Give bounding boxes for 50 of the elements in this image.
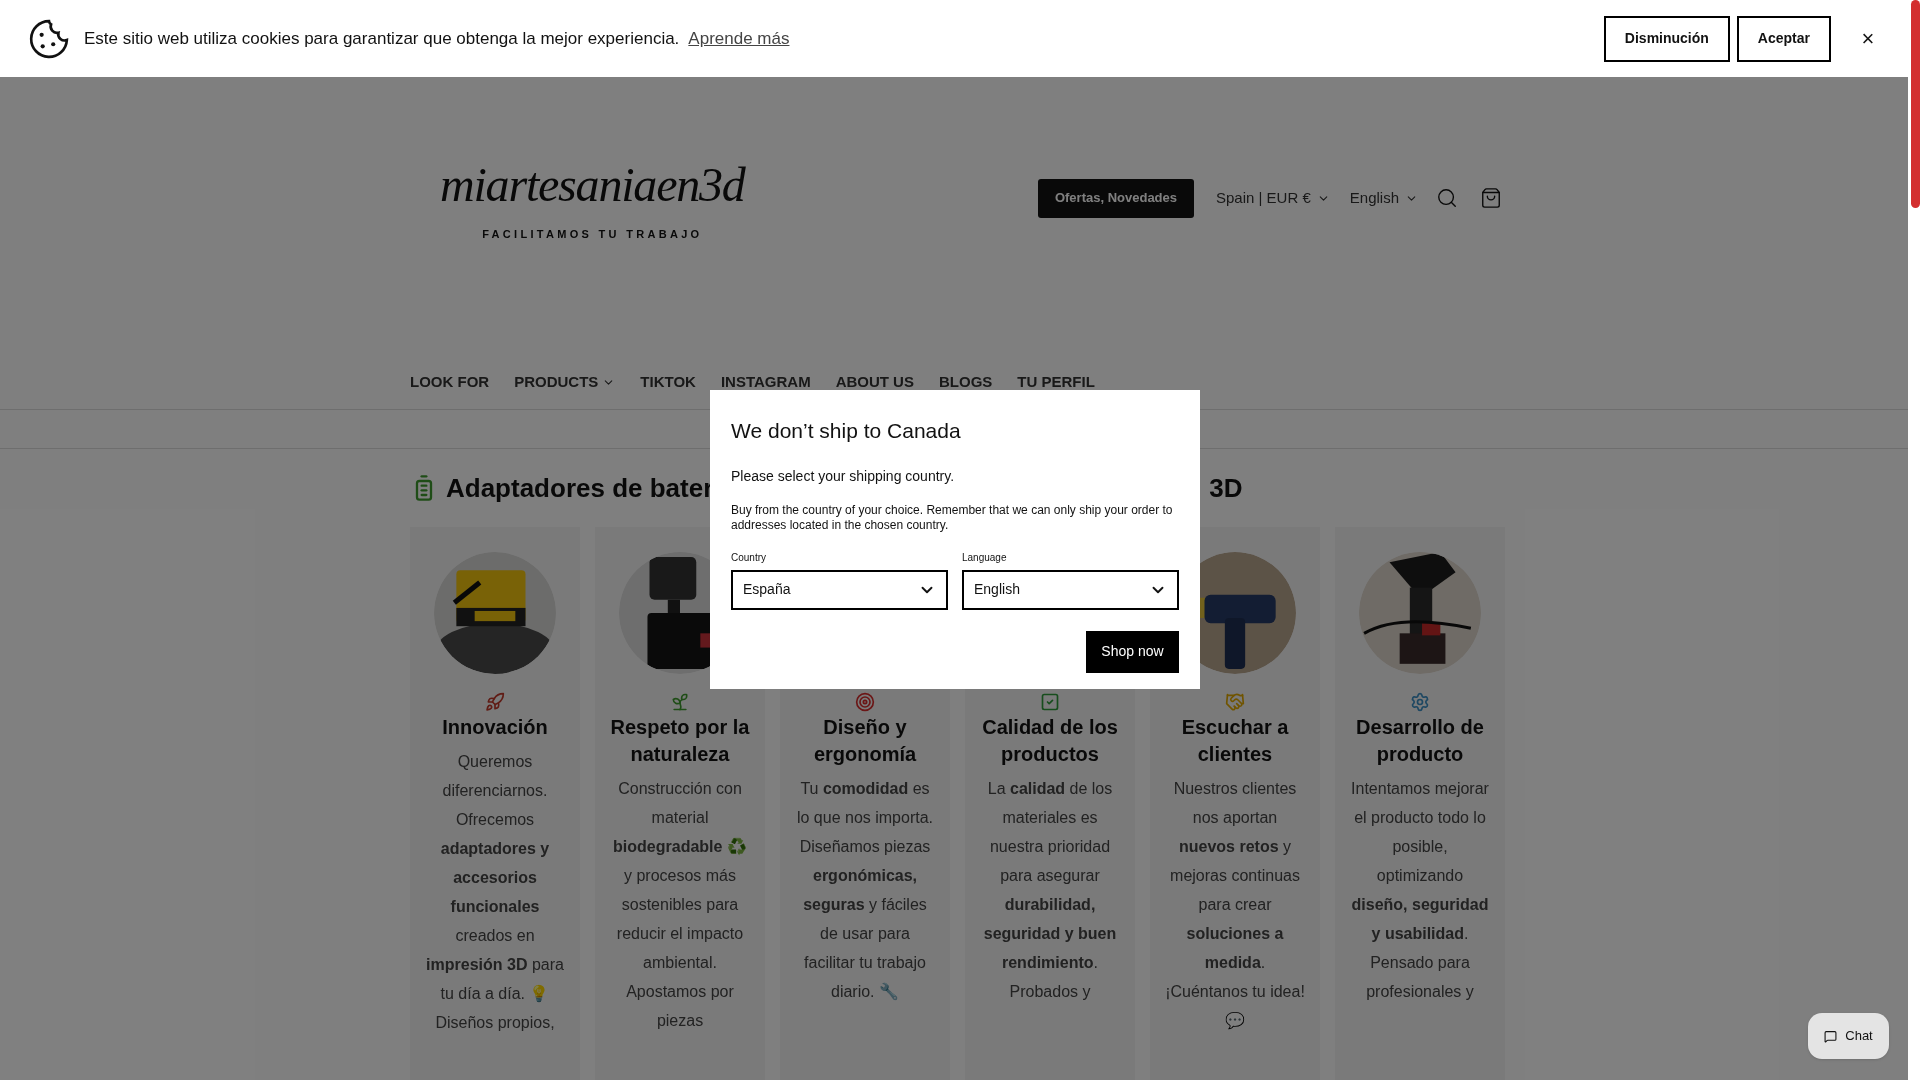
dialog-subtitle: Please select your shipping country. (731, 466, 956, 486)
shop-now-button[interactable]: Shop now (1086, 630, 1179, 673)
nav-link[interactable]: LOOK FOR (410, 371, 490, 394)
nav-link[interactable]: TU PERFIL (1017, 371, 1095, 394)
card-title: Desarrollo de producto (1355, 715, 1485, 767)
card-text: La calidad de los materiales es nuestra prioridad para asegurar durabilidad, seguridad y buen rendimiento. Probados y (982, 779, 1118, 1002)
cookie-icon (28, 17, 70, 60)
nav-link[interactable]: TIKTOK (640, 371, 696, 394)
learn-more-link[interactable]: Aprende más (688, 25, 790, 52)
dialog-title: We don’t ship to Canada (731, 418, 962, 444)
chat-icon (1824, 1029, 1838, 1043)
sprout-icon (670, 692, 690, 712)
region-selector[interactable]: Spain | EUR € (1216, 186, 1330, 210)
field-label: Country (731, 550, 767, 565)
offers-button[interactable]: Ofertas, Novedades (1037, 178, 1194, 218)
cookie-message: Este sitio web utiliza cookies para garantizar que obtenga la mejor experiencia. (84, 27, 680, 50)
language-select[interactable]: English (962, 569, 1179, 610)
decline-button[interactable]: Disminución (1603, 15, 1730, 62)
rocket-icon (485, 692, 505, 712)
nav-link[interactable]: ABOUT US (835, 371, 914, 394)
close-button[interactable]: × (1856, 26, 1880, 51)
chat-button[interactable]: Chat (1808, 1013, 1889, 1059)
site-logo[interactable]: miartesaniaen3d FACILITAMOS TU TRABAJO (430, 149, 755, 247)
target-icon (855, 692, 875, 712)
nav-link[interactable]: PRODUCTS (514, 371, 616, 394)
field-label: Language (962, 550, 1008, 565)
card-title: Innovación (441, 715, 549, 740)
country-select[interactable]: España (731, 569, 948, 610)
handshake-icon (1225, 692, 1245, 712)
card-text: Nuestros clientes nos aportan nuevos retos y mejoras continuas para crear soluciones a medida. ¡Cuéntanos tu idea! 💬 (1164, 779, 1306, 1032)
check-icon (1040, 692, 1060, 712)
search-icon[interactable] (1436, 187, 1458, 209)
gear-icon (1410, 692, 1430, 712)
accept-button[interactable]: Aceptar (1736, 15, 1831, 62)
card-text: Intentamos mejorar el producto todo lo posible, optimizando diseño, seguridad y usabilidad. Pensado para profesionales y (1350, 779, 1490, 1002)
language-selector[interactable]: English (1349, 186, 1418, 210)
nav-link[interactable]: BLOGS (938, 371, 993, 394)
card-text: Tu comodidad es lo que nos importa. Diseñamos piezas ergonómicas, seguras y fáciles de usar para facilitar tu trabajo diario. 🔧 (795, 779, 935, 1002)
section-heading: 3D (1209, 471, 1243, 505)
bag-icon[interactable] (1480, 187, 1502, 209)
card-title: Respeto por la naturaleza (609, 715, 751, 767)
card-title: Diseño y ergonomía (812, 715, 918, 767)
dialog-description: Buy from the country of your choice. Remember that we can only ship your order to addresses located in the chosen country. (731, 502, 1174, 533)
card-text: Queremos diferenciarnos. Ofrecemos adaptadores y accesorios funcionales creados en impresión 3D para tu día a día. 💡 Diseños propios, (425, 752, 565, 1033)
nav-link[interactable]: INSTAGRAM (720, 371, 811, 394)
scrollbar[interactable] (1908, 0, 1920, 1080)
card-title: Calidad de los productos (981, 715, 1119, 767)
card-title: Escuchar a clientes (1180, 715, 1290, 767)
section-heading: Adaptadores de bater (446, 471, 714, 505)
card-text: Construcción con material biodegradable ♻ y procesos más sostenibles para reducir el impacto ambiental. Apostamos por piezas (612, 779, 748, 1031)
